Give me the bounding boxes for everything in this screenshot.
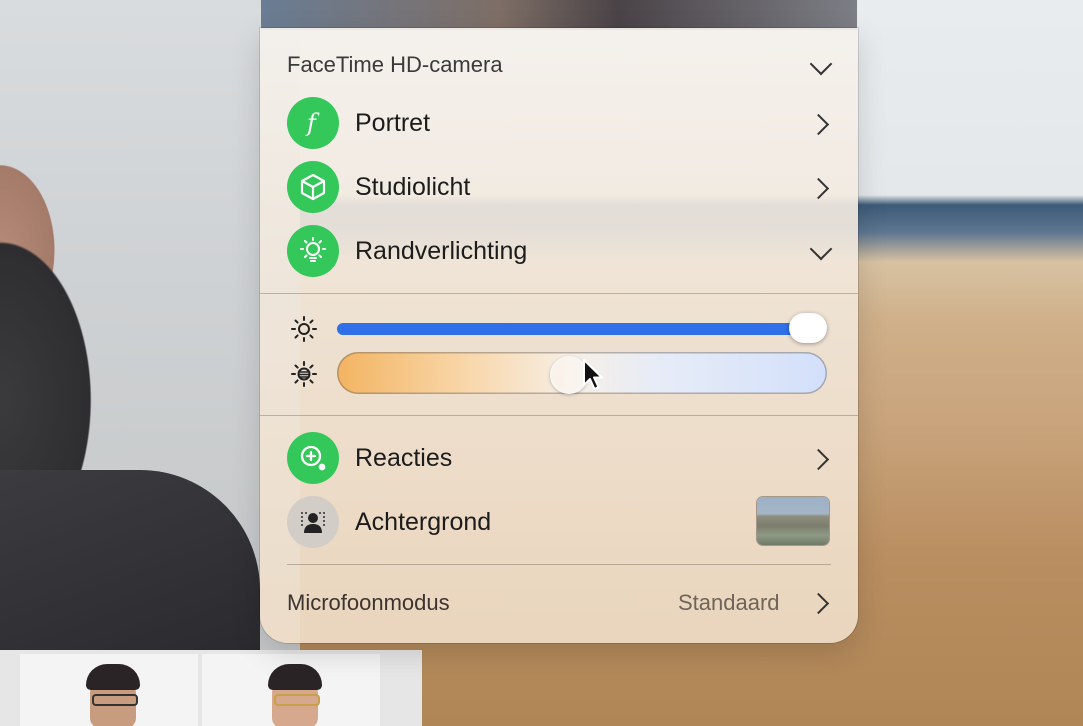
reactions-icon	[287, 432, 339, 484]
effect-edge-light-row[interactable]: Randverlichting	[260, 223, 858, 283]
chevron-down-icon[interactable]	[809, 52, 833, 76]
effect-portrait-row[interactable]: f Portret	[260, 95, 858, 155]
cube-icon	[287, 161, 339, 213]
camera-title: FaceTime HD-camera	[287, 52, 503, 77]
chevron-right-icon	[807, 177, 830, 200]
video-effects-panel: FaceTime HD-camera f Portret Studiolicht…	[260, 28, 858, 643]
brightness-slider[interactable]	[337, 323, 827, 335]
divider	[260, 415, 858, 416]
participant-thumbnail[interactable]	[202, 654, 380, 726]
background-person-icon	[287, 496, 339, 548]
divider	[287, 564, 831, 565]
effect-label: Studiolicht	[355, 173, 471, 201]
reactions-label: Reacties	[355, 444, 453, 472]
svg-text:f: f	[305, 109, 320, 137]
brightness-icon	[290, 315, 318, 348]
effect-studio-light-row[interactable]: Studiolicht	[260, 159, 858, 219]
reactions-row[interactable]: Reacties	[260, 430, 858, 490]
color-temperature-icon	[290, 360, 318, 393]
participant-thumbnail[interactable]	[20, 654, 198, 726]
camera-preview-strip	[261, 0, 857, 30]
effect-label: Portret	[355, 109, 431, 137]
chevron-right-icon	[807, 113, 830, 136]
background-thumbnail[interactable]	[757, 497, 829, 545]
brightness-slider-knob[interactable]	[789, 313, 827, 343]
background-label: Achtergrond	[355, 508, 492, 536]
divider	[260, 293, 858, 294]
portrait-f-icon: f	[287, 97, 339, 149]
mic-mode-label: Microfoonmodus	[287, 590, 450, 615]
chevron-down-icon[interactable]	[809, 237, 833, 261]
effect-label: Randverlichting	[355, 237, 528, 265]
mic-mode-value: Standaard	[678, 590, 780, 615]
chevron-right-icon	[807, 448, 830, 471]
mouse-cursor-icon	[582, 358, 606, 397]
chevron-right-icon	[807, 592, 830, 615]
edge-light-icon	[287, 225, 339, 277]
participant-thumbnails	[0, 650, 422, 726]
video-person-background	[0, 0, 300, 650]
